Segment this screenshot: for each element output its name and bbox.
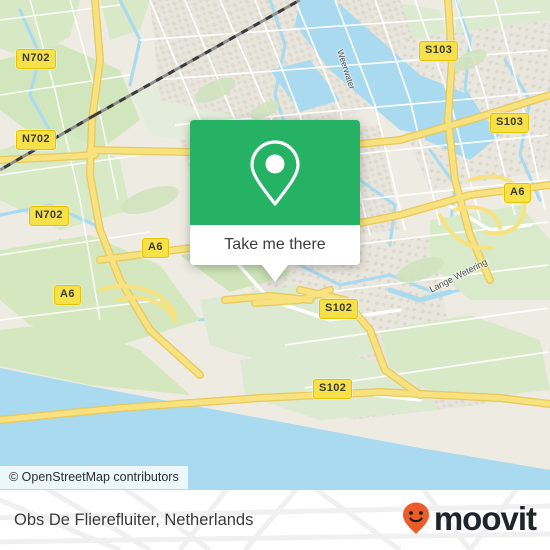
moovit-wordmark: moovit [433, 499, 537, 537]
road-shield-s103-2[interactable]: S103 [490, 113, 530, 133]
popup-header [190, 120, 360, 225]
road-shield-n702-2[interactable]: N702 [16, 130, 56, 150]
map-canvas[interactable]: N702 N702 N702 A6 A6 A6 S103 S103 S102 S… [0, 0, 550, 490]
location-popup[interactable]: Take me there [190, 120, 360, 282]
road-shield-a6-1[interactable]: A6 [142, 238, 169, 258]
road-shield-s102-2[interactable]: S102 [313, 379, 353, 399]
road-shield-n702-1[interactable]: N702 [16, 49, 56, 69]
take-me-there-button[interactable]: Take me there [190, 225, 360, 265]
moovit-logo[interactable]: moovit [401, 490, 537, 550]
osm-attribution[interactable]: © OpenStreetMap contributors [0, 466, 188, 489]
place-title: Obs De Flierefluiter, Netherlands [14, 510, 254, 529]
road-shield-s103-1[interactable]: S103 [419, 41, 459, 61]
footer-bar: Obs De Flierefluiter, Netherlands moovit [0, 490, 550, 550]
road-shield-a6-3[interactable]: A6 [504, 183, 531, 203]
map-pin-icon [246, 138, 304, 208]
moovit-pin-icon [401, 501, 431, 540]
road-shield-n702-3[interactable]: N702 [29, 206, 69, 226]
popup-pointer-tail [262, 265, 288, 282]
road-shield-s102-1[interactable]: S102 [319, 299, 359, 319]
map-screenshot: N702 N702 N702 A6 A6 A6 S103 S103 S102 S… [0, 0, 550, 550]
road-shield-a6-2[interactable]: A6 [54, 285, 81, 305]
